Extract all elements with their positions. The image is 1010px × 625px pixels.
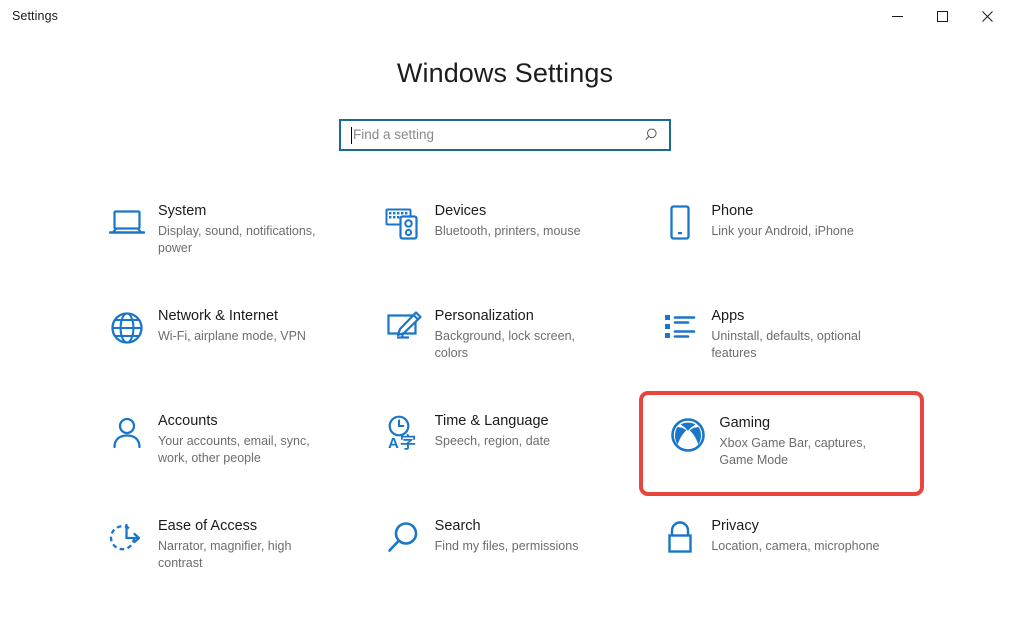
tile-description: Find my files, permissions: [434, 539, 579, 553]
tile-title: Devices: [434, 203, 487, 219]
tile-description: Display, sound, notifications, power: [158, 224, 316, 255]
ease-of-access-icon: [104, 517, 150, 559]
tile-description: Speech, region, date: [434, 434, 551, 448]
tile-description: Location, camera, microphone: [711, 539, 880, 553]
text-caret: [351, 126, 352, 144]
settings-tile-search[interactable]: Search Find my files, permissions: [367, 506, 644, 611]
settings-tile-devices[interactable]: Devices Bluetooth, printers, mouse: [367, 191, 644, 296]
tile-title: Search: [434, 518, 481, 534]
person-icon: [104, 412, 150, 454]
settings-tile-phone[interactable]: Phone Link your Android, iPhone: [643, 191, 920, 296]
settings-tile-system[interactable]: System Display, sound, notifications, pow…: [90, 191, 367, 296]
tile-title: Personalization: [434, 308, 534, 324]
tile-description: Narrator, magnifier, high contrast: [158, 539, 292, 570]
tile-text: Network & Internet Wi-Fi, airplane mode, …: [150, 302, 306, 345]
maximize-button[interactable]: [920, 0, 965, 32]
tile-text: Ease of Access Narrator, magnifier, high …: [150, 512, 333, 572]
tile-text: Apps Uninstall, defaults, optional featur…: [703, 302, 886, 362]
window-titlebar: Settings: [0, 0, 1010, 32]
tile-text: Search Find my files, permissions: [427, 512, 579, 555]
lock-icon: [657, 517, 703, 559]
tile-description: Bluetooth, printers, mouse: [434, 224, 581, 238]
magnifier-icon: [381, 517, 427, 559]
tile-title: Time & Language: [434, 413, 549, 429]
laptop-icon: [104, 202, 150, 244]
settings-tile-time-language[interactable]: A 字 Time & Language Speech, region, date: [367, 401, 644, 506]
tile-text: System Display, sound, notifications, pow…: [150, 197, 333, 257]
page-title: Windows Settings: [396, 58, 614, 88]
window-controls: [875, 0, 1010, 32]
tile-title: System: [158, 203, 207, 219]
close-button[interactable]: [965, 0, 1010, 32]
tile-text: Personalization Background, lock screen, …: [427, 302, 610, 362]
svg-text:字: 字: [400, 433, 416, 451]
tile-title: Gaming: [719, 415, 771, 431]
globe-icon: [104, 307, 150, 349]
tile-text: Phone Link your Android, iPhone: [703, 197, 853, 240]
settings-grid: System Display, sound, notifications, pow…: [90, 191, 924, 611]
tile-description: Background, lock screen, colors: [434, 329, 576, 360]
tile-description: Your accounts, email, sync, work, other …: [158, 434, 310, 465]
settings-tile-ease-of-access[interactable]: Ease of Access Narrator, magnifier, high …: [90, 506, 367, 611]
tile-title: Network & Internet: [158, 308, 279, 324]
search-input[interactable]: Find a setting: [339, 119, 671, 151]
xbox-icon: [665, 414, 711, 456]
minimize-icon: [892, 15, 903, 17]
close-icon: [982, 10, 993, 22]
settings-tile-privacy[interactable]: Privacy Location, camera, microphone: [643, 506, 920, 611]
settings-tile-gaming[interactable]: Gaming Xbox Game Bar, captures, Game Mode: [639, 391, 924, 496]
tile-text: Devices Bluetooth, printers, mouse: [427, 197, 581, 240]
minimize-button[interactable]: [875, 0, 920, 32]
tile-description: Wi-Fi, airplane mode, VPN: [158, 329, 306, 343]
tile-title: Ease of Access: [158, 518, 258, 534]
devices-icon: [381, 202, 427, 244]
tile-title: Phone: [711, 203, 754, 219]
tile-text: Privacy Location, camera, microphone: [703, 512, 879, 555]
tile-description: Xbox Game Bar, captures, Game Mode: [719, 436, 866, 467]
list-icon: [657, 307, 703, 349]
paintbrush-monitor-icon: [381, 307, 427, 349]
tile-title: Accounts: [158, 413, 218, 429]
settings-tile-personalization[interactable]: Personalization Background, lock screen, …: [367, 296, 644, 401]
window-title: Settings: [12, 9, 58, 23]
tile-description: Link your Android, iPhone: [711, 224, 854, 238]
tile-text: Gaming Xbox Game Bar, captures, Game Mode: [711, 409, 884, 469]
search-placeholder: Find a setting: [353, 127, 435, 143]
maximize-icon: [937, 10, 948, 22]
tile-title: Apps: [711, 308, 745, 324]
phone-icon: [657, 202, 703, 244]
settings-tile-network-internet[interactable]: Network & Internet Wi-Fi, airplane mode, …: [90, 296, 367, 401]
settings-tile-accounts[interactable]: Accounts Your accounts, email, sync, work…: [90, 401, 367, 506]
tile-description: Uninstall, defaults, optional features: [711, 329, 861, 360]
clock-language-icon: A 字: [381, 412, 427, 454]
tile-title: Privacy: [711, 518, 759, 534]
settings-tile-apps[interactable]: Apps Uninstall, defaults, optional featur…: [643, 296, 920, 401]
svg-text:A: A: [388, 435, 399, 451]
tile-text: Time & Language Speech, region, date: [427, 407, 550, 450]
tile-text: Accounts Your accounts, email, sync, work…: [150, 407, 333, 467]
search-area: Find a setting: [0, 119, 1010, 151]
search-icon[interactable]: [645, 127, 661, 143]
